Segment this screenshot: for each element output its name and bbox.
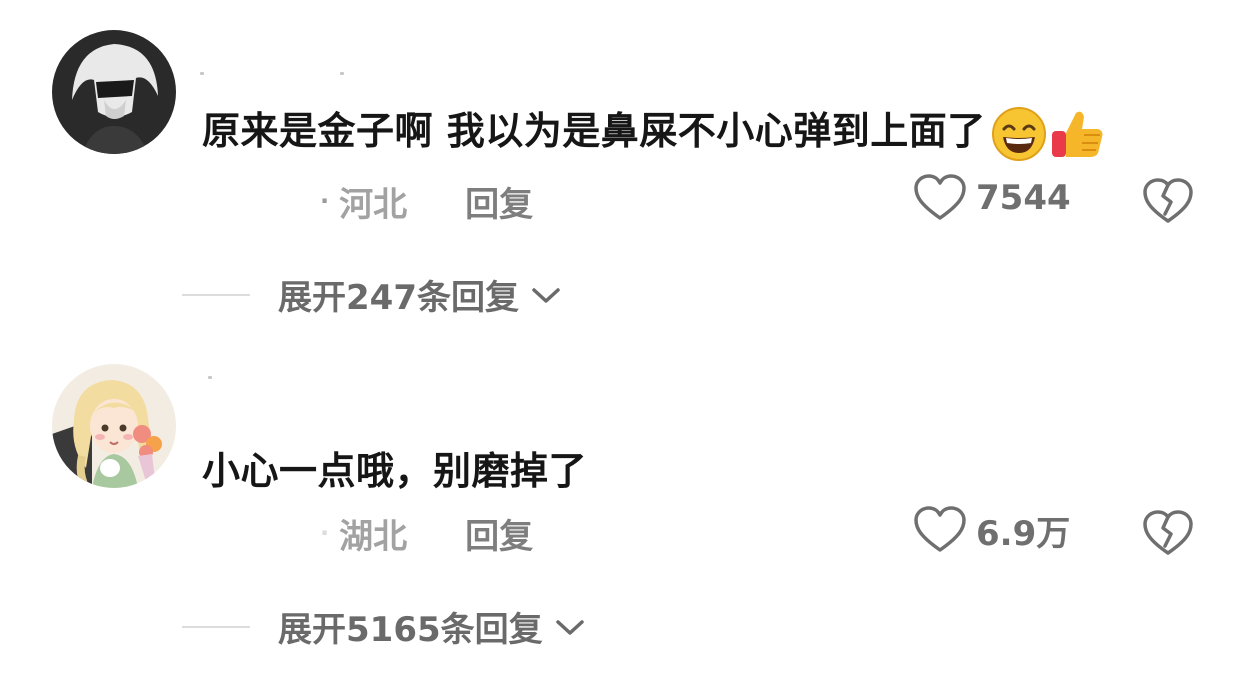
dislike-button[interactable] (1142, 176, 1194, 230)
avatar[interactable] (52, 364, 176, 488)
comment-body: 原来是金子啊 我以为是鼻屎不小心弹到上面了 (202, 109, 986, 153)
comment-meta: · 河北 回复 (320, 177, 533, 226)
thumbs-up-emoji (1051, 111, 1103, 157)
broken-heart-icon (1143, 510, 1193, 555)
divider-line (182, 625, 250, 628)
dislike-button[interactable] (1142, 508, 1194, 562)
avatar-image (52, 364, 176, 488)
reply-button[interactable]: 回复 (465, 509, 533, 558)
emoji-group (990, 105, 1106, 163)
comment-body: 小心一点哦，别磨掉了 (202, 449, 588, 493)
expand-replies-label: 展开247条回复 (278, 278, 519, 318)
chevron-down-icon (553, 615, 587, 639)
reply-button[interactable]: 回复 (465, 177, 533, 226)
like-button[interactable]: 6.9万 (912, 504, 1070, 556)
chevron-down-icon (529, 283, 563, 307)
avatar-image (52, 30, 176, 154)
like-count: 7544 (976, 178, 1071, 218)
location-label: 河北 (339, 184, 408, 225)
location-label: 湖北 (339, 516, 408, 557)
separator-dot: · (320, 187, 330, 215)
broken-heart-icon (1143, 178, 1193, 223)
comment-text: 原来是金子啊 我以为是鼻屎不小心弹到上面了 (202, 100, 1106, 163)
grinning-face-emoji (991, 106, 1046, 161)
like-button[interactable]: 7544 (912, 172, 1071, 224)
expand-replies-label: 展开5165条回复 (278, 610, 543, 650)
comment-list: 原来是金子啊 我以为是鼻屎不小心弹到上面了 · 河北 回复 7544 展开247… (0, 0, 1260, 680)
heart-icon (914, 174, 966, 220)
comment-text: 小心一点哦，别磨掉了 (202, 440, 587, 495)
heart-icon (914, 506, 966, 552)
avatar[interactable] (52, 30, 176, 154)
separator-dot: · (320, 519, 330, 547)
comment-meta: · 湖北 回复 (320, 509, 533, 558)
expand-replies-button[interactable]: 展开5165条回复 (182, 602, 587, 651)
expand-replies-button[interactable]: 展开247条回复 (182, 270, 563, 319)
divider-line (182, 293, 250, 296)
like-count: 6.9万 (976, 513, 1071, 554)
